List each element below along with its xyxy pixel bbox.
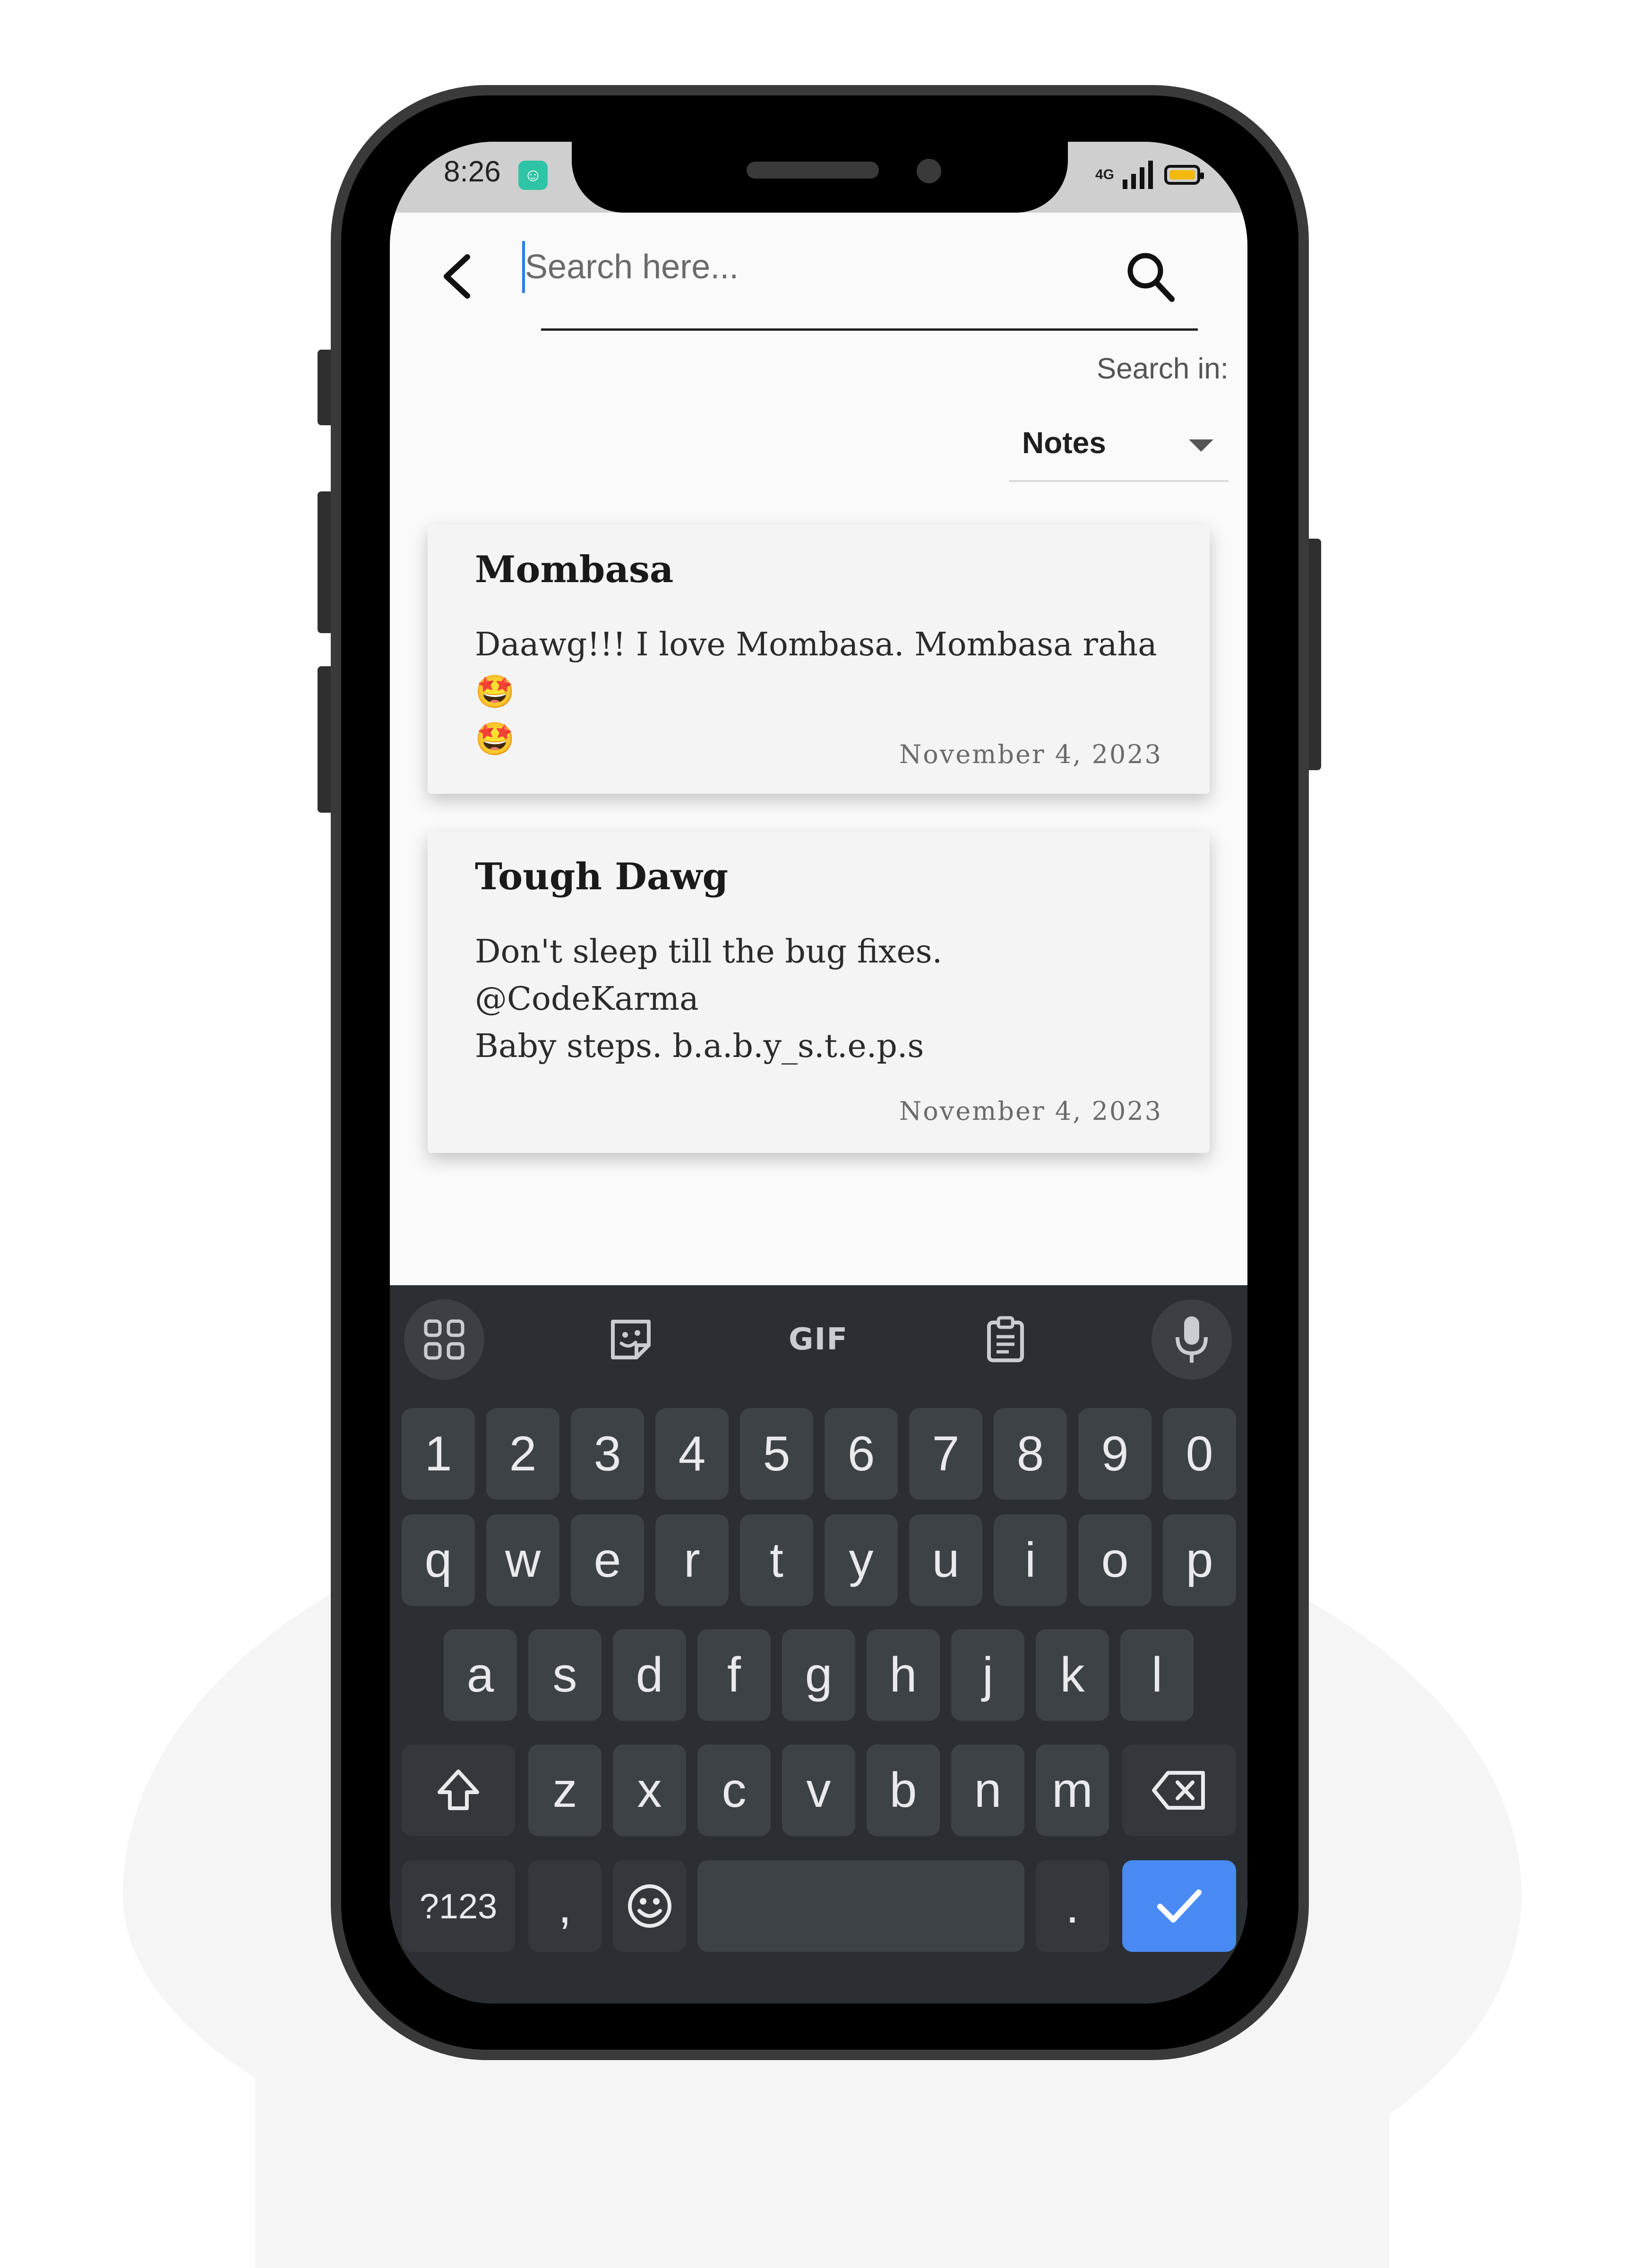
search-button[interactable] [1125, 248, 1177, 305]
phone-notch [572, 118, 1068, 213]
search-scope-value: Notes [1022, 426, 1106, 460]
key-s[interactable]: s [528, 1629, 602, 1721]
key-y[interactable]: y [825, 1514, 898, 1606]
network-type-label: 4G [1095, 167, 1114, 182]
gif-icon: GIF [788, 1322, 849, 1357]
back-arrow-icon [444, 254, 470, 299]
key-3[interactable]: 3 [571, 1408, 644, 1500]
note-card[interactable]: Mombasa Daawg!!! I love Mombasa. Mombasa… [428, 524, 1210, 794]
microphone-icon [1176, 1316, 1208, 1363]
checkmark-icon [1157, 1890, 1202, 1923]
key-e[interactable]: e [571, 1514, 644, 1606]
key-9[interactable]: 9 [1078, 1408, 1152, 1500]
front-camera [917, 159, 941, 183]
key-6[interactable]: 6 [825, 1408, 898, 1500]
key-k[interactable]: k [1036, 1629, 1109, 1721]
key-u[interactable]: u [909, 1514, 982, 1606]
backspace-key[interactable] [1122, 1744, 1236, 1836]
key-n[interactable]: n [951, 1744, 1024, 1836]
note-body: Don't sleep till the bug fixes. @CodeKar… [475, 933, 943, 1065]
key-f[interactable]: f [697, 1629, 771, 1721]
search-icon [1127, 253, 1175, 302]
back-button[interactable] [436, 250, 480, 302]
symbols-key[interactable]: ?123 [402, 1860, 515, 1952]
enter-key[interactable] [1122, 1860, 1236, 1952]
key-h[interactable]: h [867, 1629, 940, 1721]
signal-icon [1123, 161, 1153, 189]
key-2[interactable]: 2 [486, 1408, 559, 1500]
note-title: Mombasa [475, 548, 674, 591]
backspace-icon [1152, 1771, 1205, 1810]
key-v[interactable]: v [782, 1744, 855, 1836]
on-screen-keyboard: GIF 1 2 3 4 5 6 7 8 9 0 q w e r t y u i … [390, 1285, 1247, 2003]
key-p[interactable]: p [1163, 1514, 1236, 1606]
key-o[interactable]: o [1078, 1514, 1152, 1606]
key-7[interactable]: 7 [909, 1408, 982, 1500]
shift-icon [438, 1770, 479, 1810]
status-indicators: 4G [1095, 156, 1204, 194]
clipboard-button[interactable] [965, 1299, 1046, 1380]
key-l[interactable]: l [1120, 1629, 1194, 1721]
space-bar[interactable] [697, 1860, 1024, 1952]
notification-app-icon: ☺ [518, 161, 548, 190]
key-5[interactable]: 5 [740, 1408, 813, 1500]
key-i[interactable]: i [994, 1514, 1067, 1606]
emoji-icon [627, 1884, 671, 1928]
note-card[interactable]: Tough Dawg Don't sleep till the bug fixe… [428, 832, 1210, 1153]
search-input[interactable] [522, 241, 1042, 293]
period-key[interactable]: . [1036, 1860, 1109, 1952]
sticker-button[interactable] [591, 1299, 671, 1380]
search-underline [541, 328, 1198, 331]
key-c[interactable]: c [697, 1744, 771, 1836]
phone-screen: 8:26 ☺ 4G Search in: N [390, 142, 1247, 2003]
key-b[interactable]: b [867, 1744, 940, 1836]
shift-key[interactable] [402, 1744, 515, 1836]
key-q[interactable]: q [402, 1514, 475, 1606]
key-t[interactable]: t [740, 1514, 813, 1606]
note-title: Tough Dawg [475, 855, 729, 898]
emoji-key[interactable] [613, 1860, 686, 1952]
key-j[interactable]: j [951, 1629, 1024, 1721]
search-scope-dropdown[interactable]: Notes [1009, 416, 1229, 482]
note-date: November 4, 2023 [899, 1096, 1162, 1126]
gif-button[interactable]: GIF [778, 1299, 859, 1380]
key-g[interactable]: g [782, 1629, 855, 1721]
sticker-icon [611, 1320, 651, 1359]
apps-grid-icon [424, 1319, 464, 1360]
keyboard-toolbar: GIF [390, 1285, 1247, 1394]
search-in-label: Search in: [1096, 352, 1229, 385]
voice-input-button[interactable] [1152, 1299, 1232, 1380]
key-4[interactable]: 4 [655, 1408, 729, 1500]
key-r[interactable]: r [655, 1514, 729, 1606]
earpiece-speaker [747, 162, 879, 179]
battery-icon [1164, 165, 1204, 185]
key-8[interactable]: 8 [994, 1408, 1067, 1500]
key-d[interactable]: d [613, 1629, 686, 1721]
apps-grid-button[interactable] [404, 1299, 484, 1380]
status-time: 8:26 [444, 155, 501, 188]
caret-down-icon [1189, 439, 1213, 452]
key-a[interactable]: a [444, 1629, 517, 1721]
key-m[interactable]: m [1036, 1744, 1109, 1836]
key-1[interactable]: 1 [402, 1408, 475, 1500]
key-z[interactable]: z [528, 1744, 602, 1836]
key-w[interactable]: w [486, 1514, 559, 1606]
key-0[interactable]: 0 [1163, 1408, 1236, 1500]
note-date: November 4, 2023 [899, 739, 1162, 769]
clipboard-icon [987, 1316, 1024, 1362]
comma-key[interactable]: , [528, 1860, 602, 1952]
key-x[interactable]: x [613, 1744, 686, 1836]
